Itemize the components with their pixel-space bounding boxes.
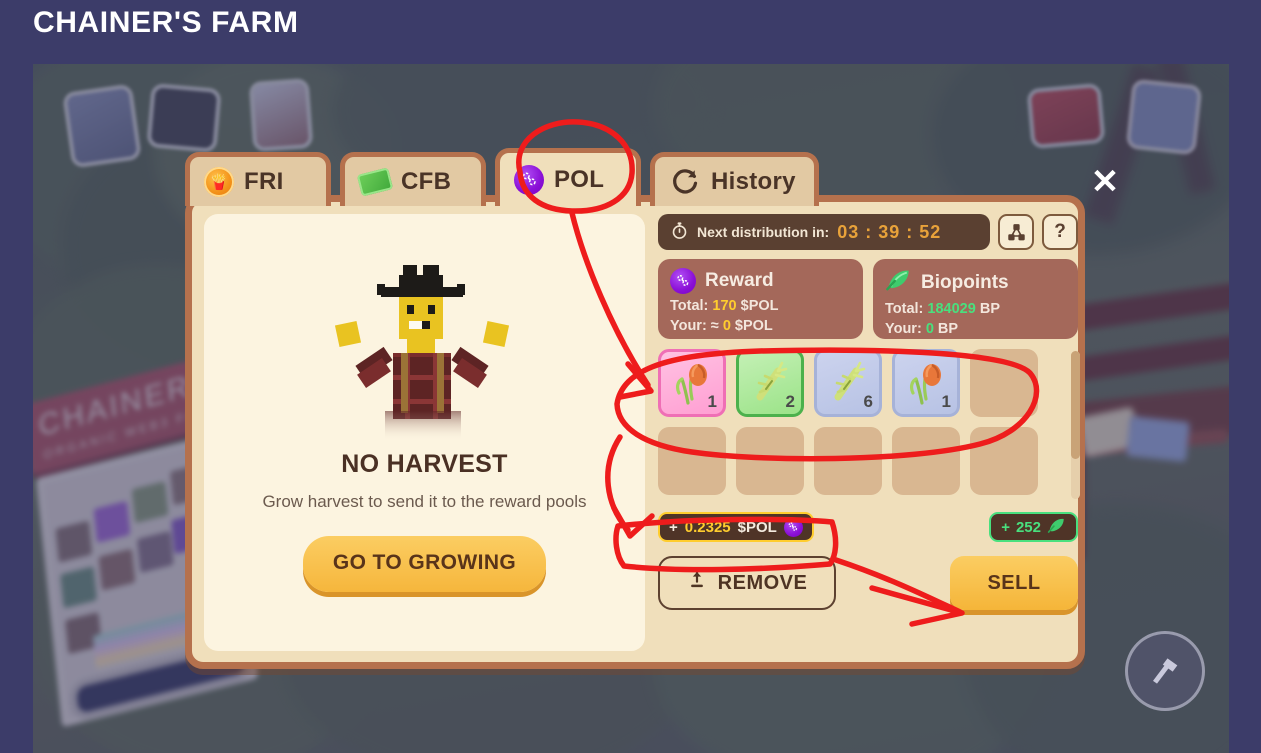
biopoints-leaf-icon (885, 268, 912, 297)
bp-payout-amount: 252 (1015, 518, 1041, 536)
next-distribution-pill: Next distribution in: 03 : 39 : 52 (658, 214, 990, 250)
biopoints-your-value: 0 (925, 321, 934, 337)
pol-token-icon (514, 164, 544, 195)
pol-token-icon (670, 268, 696, 294)
tab-fri[interactable]: 🍟 FRI (185, 152, 331, 206)
tab-pol[interactable]: POL (495, 148, 641, 206)
go-to-growing-button[interactable]: GO TO GROWING (302, 536, 547, 592)
hammer-icon-button[interactable] (1125, 631, 1205, 711)
next-distribution-label: Next distribution in: (697, 224, 830, 240)
pol-pool-modal: NO HARVEST Grow harvest to send it to th… (185, 195, 1085, 669)
inventory-empty-slot[interactable] (892, 427, 960, 495)
inventory-empty-slot[interactable] (658, 427, 726, 495)
remove-button-label: REMOVE (717, 571, 808, 594)
help-button[interactable]: ? (1042, 214, 1078, 250)
inventory-scrollbar-thumb[interactable] (1071, 351, 1080, 459)
reward-card-title: Reward (705, 270, 774, 291)
inventory-item-4[interactable]: 1 (892, 349, 960, 417)
inventory-scrollbar[interactable] (1071, 351, 1080, 499)
biopoints-total-line: Total: 184029 BP (885, 301, 1066, 317)
inventory-item-1-qty: 1 (707, 392, 717, 411)
refresh-history-icon (669, 167, 701, 197)
biopoints-total-unit: BP (979, 301, 1000, 317)
biopoints-your-line: Your: 0 BP (885, 321, 1066, 337)
upload-arrow-icon (687, 570, 707, 596)
reward-total-value: 170 (712, 298, 737, 314)
inventory-empty-slot[interactable] (736, 427, 804, 495)
tab-history[interactable]: History (650, 152, 819, 206)
pol-payout-unit: $POL (737, 518, 777, 536)
inventory-empty-slot[interactable] (814, 427, 882, 495)
inventory-item-2[interactable]: 2 (736, 349, 804, 417)
inventory-item-4-qty: 1 (941, 392, 951, 411)
banknote-icon (356, 166, 394, 197)
biopoints-payout-chip: + 252 (989, 512, 1078, 542)
app-root: CHAINER'S FARM CHAINERS ORGANIC WEB3 FAR… (0, 0, 1261, 753)
remove-button[interactable]: REMOVE (658, 556, 836, 610)
biopoints-card-title: Biopoints (921, 271, 1009, 293)
no-harvest-subtitle: Grow harvest to send it to the reward po… (262, 492, 587, 511)
no-harvest-title: NO HARVEST (341, 450, 508, 478)
reward-total-line: Total: 170 $POL (670, 298, 851, 314)
close-icon[interactable]: ✕ (1088, 165, 1122, 200)
inventory-empty-slot[interactable] (970, 349, 1038, 417)
tab-pol-label: POL (554, 165, 605, 193)
pol-payout-prefix: + (669, 518, 678, 536)
pol-payout-amount: 0.2325 (684, 518, 731, 536)
biopoints-your-unit: BP (937, 321, 959, 337)
payout-row: + 0.2325 $POL + 252 (658, 511, 1078, 543)
inventory-item-2-qty: 2 (785, 392, 795, 411)
biopoints-total-value: 184029 (927, 301, 976, 317)
voxel-cowboy-character (325, 259, 525, 444)
network-nodes-icon-button[interactable] (998, 214, 1034, 250)
bp-payout-prefix: + (1001, 518, 1010, 536)
tab-fri-label: FRI (244, 167, 284, 195)
biopoints-your-label: Your: (885, 321, 922, 337)
inventory-empty-slot[interactable] (970, 427, 1038, 495)
stopwatch-icon (670, 221, 689, 243)
harvest-inventory: 1 2 6 1 (658, 349, 1080, 501)
biopoints-stat-card: Biopoints Total: 184029 BP Your: 0 BP (873, 259, 1078, 339)
fries-coin-icon: 🍟 (204, 166, 234, 197)
reward-total-unit: $POL (740, 298, 779, 314)
page-title: CHAINER'S FARM (33, 6, 299, 39)
tab-cfb[interactable]: CFB (340, 152, 486, 206)
hammer-icon (1153, 658, 1178, 684)
tab-history-label: History (711, 167, 796, 195)
pol-pool-right-column: Next distribution in: 03 : 39 : 52 ? Rew… (658, 214, 1080, 651)
reward-stat-card: Reward Total: 170 $POL Your: ≈ 0 $POL (658, 259, 863, 339)
pol-payout-chip: + 0.2325 $POL (658, 512, 814, 542)
biopoints-leaf-icon (1047, 517, 1066, 538)
reward-your-unit: $POL (734, 318, 773, 334)
sell-button[interactable]: SELL (950, 556, 1078, 610)
reward-total-label: Total: (670, 298, 709, 314)
tab-cfb-label: CFB (401, 167, 452, 195)
distribution-countdown: 03 : 39 : 52 (837, 221, 942, 242)
pol-token-icon (783, 517, 803, 537)
reward-your-line: Your: ≈ 0 $POL (670, 318, 851, 334)
reward-your-label: Your: (670, 318, 707, 334)
tab-bar: 🍟 FRI CFB POL History (185, 148, 1085, 206)
distribution-timer-row: Next distribution in: 03 : 39 : 52 ? (658, 214, 1078, 250)
biopoints-total-label: Total: (885, 301, 924, 317)
pool-stats-row: Reward Total: 170 $POL Your: ≈ 0 $POL Bi… (658, 259, 1078, 339)
harvest-status-panel: NO HARVEST Grow harvest to send it to th… (204, 214, 645, 651)
inventory-item-3[interactable]: 6 (814, 349, 882, 417)
reward-your-value: 0 (722, 318, 731, 334)
inventory-item-3-qty: 6 (863, 392, 873, 411)
action-button-row: REMOVE SELL (658, 556, 1078, 610)
inventory-item-1[interactable]: 1 (658, 349, 726, 417)
reward-your-approx: ≈ (710, 318, 719, 334)
